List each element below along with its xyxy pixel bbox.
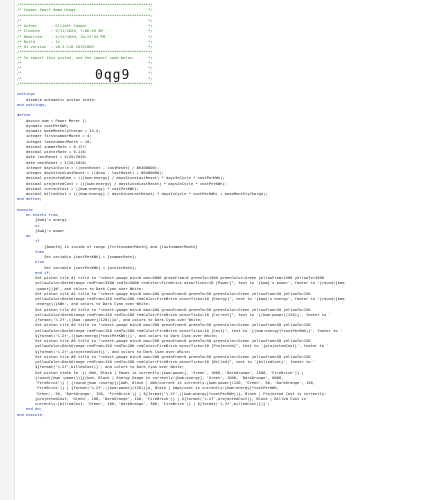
header-comment-block: /***************************************…: [17, 3, 438, 92]
import-code[interactable]: 0qg9: [95, 69, 130, 83]
code-body: /***************************************…: [17, 3, 438, 418]
line-gutter: [0, 0, 15, 500]
settings-block: settings disable automatic piston state;…: [17, 92, 438, 113]
define-block: define device kwm = Power Meter 1; dynam…: [17, 113, 438, 208]
piston-code-view: /***************************************…: [0, 0, 438, 500]
execute-line: end execute;: [17, 412, 45, 417]
execute-block: execute on events from {kwm}'s energy or…: [17, 208, 438, 418]
